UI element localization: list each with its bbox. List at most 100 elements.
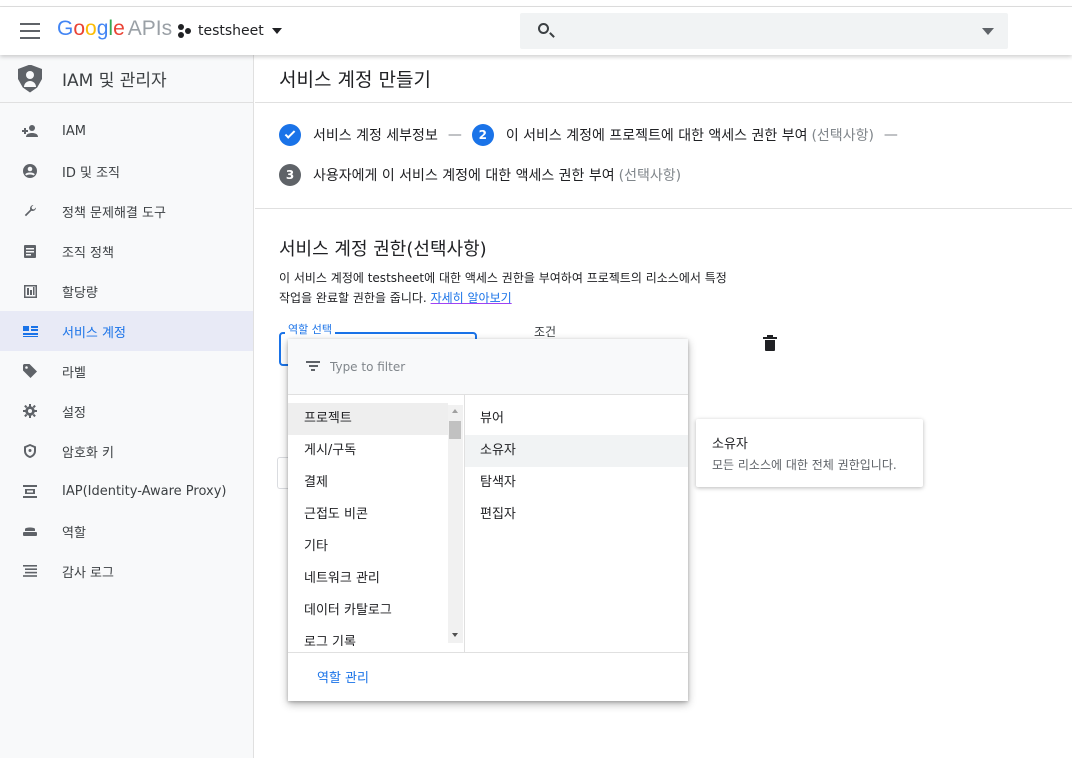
search-icon — [538, 23, 549, 34]
description-line-1: 이 서비스 계정에 testsheet에 대한 액세스 권한을 부여하여 프로젝… — [279, 271, 727, 285]
sidebar-nav: IAM ID 및 조직 정책 문제해결 도구 조직 정책 할당량 서비스 계정 … — [0, 103, 253, 591]
step-3-number: 3 — [279, 164, 301, 186]
sidebar-title: IAM 및 관리자 — [62, 71, 167, 91]
sidebar-item-policy-troubleshooter[interactable]: 정책 문제해결 도구 — [0, 191, 253, 231]
category-item[interactable]: 결제 — [288, 467, 448, 499]
category-item[interactable]: 프로젝트 — [288, 403, 448, 435]
sidebar-item-roles[interactable]: 역할 — [0, 511, 253, 551]
role-dropdown-panel: 프로젝트 게시/구독 결제 근접도 비콘 기타 네트워크 관리 데이터 카탈로그… — [288, 339, 688, 701]
search-dropdown-icon[interactable] — [982, 28, 994, 35]
sidebar-item-label: 정책 문제해결 도구 — [62, 205, 166, 221]
description-line-2: 작업을 완료할 권한을 줍니다. — [279, 291, 427, 305]
page-title: 서비스 계정 만들기 — [279, 69, 431, 91]
hamburger-menu-icon[interactable] — [20, 23, 40, 39]
scroll-up-arrow-icon[interactable] — [452, 409, 458, 413]
role-item-viewer[interactable]: 뷰어 — [465, 403, 688, 435]
delete-trash-icon[interactable] — [763, 335, 777, 351]
tooltip-title: 소유자 — [712, 437, 748, 452]
sidebar-item-encryption-keys[interactable]: 암호화 키 — [0, 431, 253, 471]
scroll-thumb[interactable] — [449, 421, 461, 439]
scroll-down-arrow-icon[interactable] — [452, 633, 458, 637]
sidebar-item-audit-logs[interactable]: 감사 로그 — [0, 551, 253, 591]
project-name: testsheet — [198, 23, 264, 39]
role-list: 뷰어 소유자 탐색자 편집자 — [465, 403, 688, 531]
step-separator: — — [883, 127, 898, 143]
sidebar-item-quotas[interactable]: 할당량 — [0, 271, 253, 311]
role-item-browser[interactable]: 탐색자 — [465, 467, 688, 499]
sidebar-item-label: IAP(Identity-Aware Proxy) — [62, 483, 227, 499]
sidebar-item-iap[interactable]: IAP(Identity-Aware Proxy) — [0, 471, 253, 511]
sidebar-item-label: 암호화 키 — [62, 445, 114, 461]
shield-key-icon — [22, 443, 38, 459]
dropdown-footer: 역할 관리 — [288, 652, 688, 701]
sidebar-item-label: IAM — [62, 123, 86, 139]
iam-shield-icon — [18, 64, 42, 93]
document-icon — [22, 243, 38, 259]
sidebar-item-label: 서비스 계정 — [62, 325, 126, 341]
tag-icon — [22, 363, 38, 379]
section-description: 이 서비스 계정에 testsheet에 대한 액세스 권한을 부여하여 프로젝… — [279, 268, 799, 308]
step-2-label[interactable]: 이 서비스 계정에 프로젝트에 대한 액세스 권한 부여 — [506, 125, 808, 145]
role-description-tooltip: 소유자 모든 리소스에 대한 전체 권한입니다. — [696, 419, 923, 487]
sidebar-item-label: 설정 — [62, 405, 86, 421]
category-item[interactable]: 근접도 비콘 — [288, 499, 448, 531]
category-item[interactable]: 게시/구독 — [288, 435, 448, 467]
step-1-label[interactable]: 서비스 계정 세부정보 — [313, 125, 438, 145]
sidebar-item-org-policies[interactable]: 조직 정책 — [0, 231, 253, 271]
category-item[interactable]: 기타 — [288, 531, 448, 563]
step-3-optional: (선택사항) — [618, 168, 682, 184]
step-3-label[interactable]: 사용자에게 이 서비스 계정에 대한 액세스 권한 부여 — [313, 165, 615, 185]
role-item-owner[interactable]: 소유자 — [465, 435, 688, 467]
sidebar-item-iam[interactable]: IAM — [0, 111, 253, 151]
sidebar-item-identity[interactable]: ID 및 조직 — [0, 151, 253, 191]
google-apis-logo[interactable]: Google APIs — [57, 17, 172, 41]
app-header: Google APIs testsheet — [0, 7, 1072, 55]
category-list: 프로젝트 게시/구독 결제 근접도 비콘 기타 네트워크 관리 데이터 카탈로그… — [288, 403, 448, 646]
role-icon — [22, 523, 38, 539]
search-bar[interactable] — [520, 13, 1008, 49]
sidebar-item-label: 역할 — [62, 525, 86, 541]
role-select-label: 역할 선택 — [285, 321, 335, 337]
top-border — [0, 0, 1072, 7]
condition-label: 조건 — [534, 325, 557, 339]
divider — [255, 208, 1072, 209]
category-item[interactable]: 로그 기록 — [288, 627, 448, 646]
learn-more-link[interactable]: 자세히 알아보기 — [431, 291, 512, 305]
category-item[interactable]: 네트워크 관리 — [288, 563, 448, 595]
filter-bar — [288, 339, 688, 395]
iap-icon — [22, 483, 38, 499]
step-2-number: 2 — [471, 124, 494, 146]
account-circle-icon — [22, 163, 38, 179]
divider — [255, 102, 1072, 103]
sidebar-item-label: ID 및 조직 — [62, 165, 120, 181]
manage-roles-link[interactable]: 역할 관리 — [317, 667, 369, 686]
service-account-icon — [22, 323, 38, 339]
stepper-row-1: 서비스 계정 세부정보 — 2 이 서비스 계정에 프로젝트에 대한 액세스 권… — [279, 124, 908, 146]
wrench-icon — [22, 203, 38, 219]
sidebar-item-settings[interactable]: 설정 — [0, 391, 253, 431]
person-add-icon — [22, 123, 38, 139]
project-selector[interactable]: testsheet — [178, 21, 282, 41]
sidebar-item-service-accounts[interactable]: 서비스 계정 — [0, 311, 253, 351]
category-item[interactable]: 데이터 카탈로그 — [288, 595, 448, 627]
sidebar-item-labels[interactable]: 라벨 — [0, 351, 253, 391]
logo-apis: APIs — [127, 17, 173, 40]
logo-google: G — [57, 17, 74, 40]
gear-icon — [22, 403, 38, 419]
caret-down-icon — [271, 28, 282, 34]
filter-icon — [306, 361, 320, 372]
stepper-row-2: 3 사용자에게 이 서비스 계정에 대한 액세스 권한 부여 (선택사항) — [279, 164, 681, 186]
sidebar-item-label: 조직 정책 — [62, 245, 114, 261]
category-scrollbar[interactable] — [448, 405, 463, 643]
sidebar-item-label: 라벨 — [62, 365, 86, 381]
step-complete-check-icon — [279, 124, 301, 146]
step-2-optional: (선택사항) — [811, 128, 874, 144]
sidebar-header: IAM 및 관리자 — [0, 55, 253, 103]
section-title: 서비스 계정 권한(선택사항) — [279, 239, 487, 260]
filter-input[interactable] — [330, 356, 660, 378]
tooltip-description: 모든 리소스에 대한 전체 권한입니다. — [712, 458, 897, 472]
quota-icon — [22, 283, 38, 299]
sidebar-item-label: 할당량 — [62, 285, 98, 301]
step-separator: — — [447, 127, 462, 143]
role-item-editor[interactable]: 편집자 — [465, 499, 688, 531]
